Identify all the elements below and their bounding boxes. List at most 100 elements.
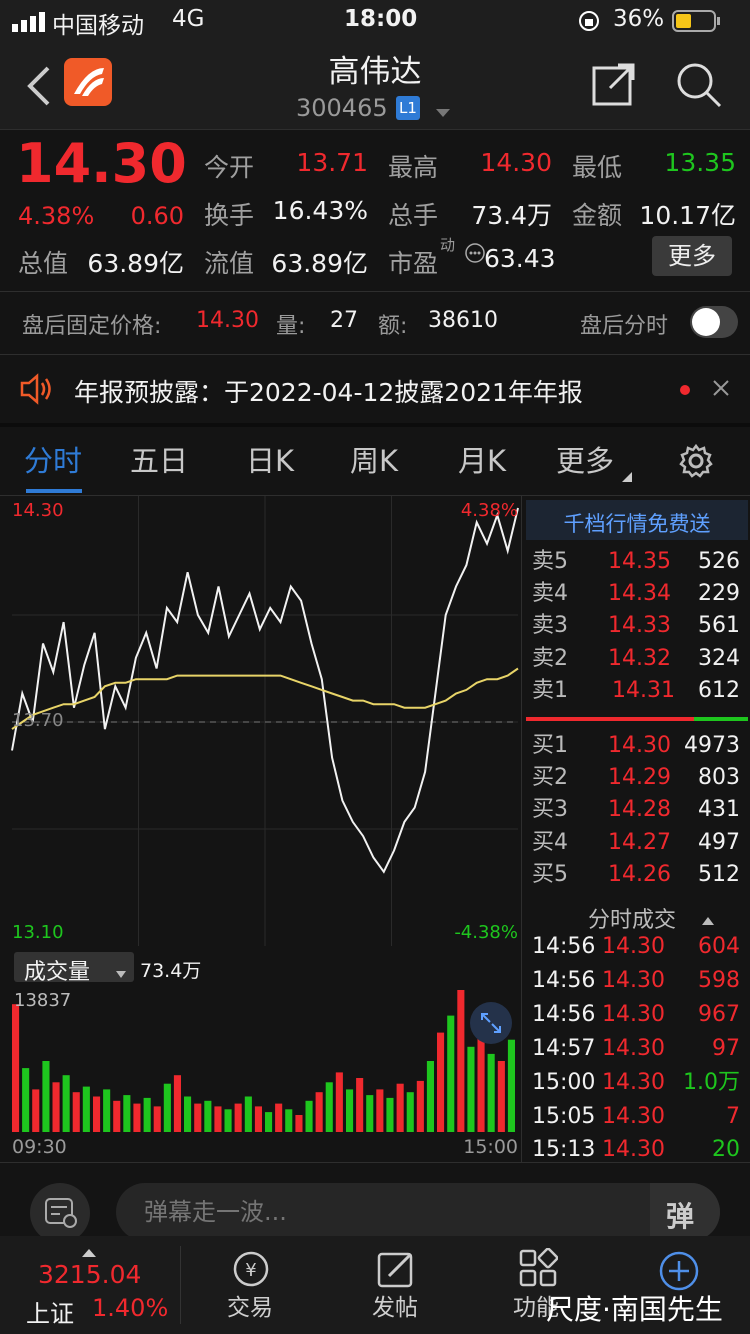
volume-bar [416,1080,424,1132]
volume-bar [82,1086,90,1132]
volume-bar [42,1061,50,1132]
ask-row-2[interactable]: 卖2 14.32 324 [522,643,750,675]
bid-row-1[interactable]: 买1 14.30 4973 [522,730,750,762]
volume-bar [386,1097,394,1132]
volume-bar [285,1109,293,1132]
tick-price: 14.30 [602,1104,665,1129]
ask-label: 卖2 [532,646,568,671]
volume-indicator-selector[interactable]: 成交量 [14,952,134,985]
signal-icon [12,12,48,38]
volume-bar [376,1089,384,1132]
ask-row-4[interactable]: 卖4 14.34 229 [522,578,750,610]
bid-row-4[interactable]: 买4 14.27 497 [522,827,750,859]
carrier: 中国移动 [52,13,144,39]
volume-bar [143,1097,151,1132]
tab-daily-k[interactable]: 日K [246,427,294,495]
comment-bar: 弹 [0,1163,750,1243]
ask-vol: 612 [698,678,740,703]
high-label: 最高 [388,153,439,182]
volume-bar [335,1072,343,1132]
depth-promo-button[interactable]: 千档行情免费送 [526,500,748,540]
chart-mid-price: 13.70 [12,710,64,731]
post-button[interactable]: 发帖 [325,1236,465,1334]
volume-value: 73.4万 [471,201,552,230]
tick-vol: 97 [712,1036,740,1061]
tab-more[interactable]: 更多 [556,427,614,495]
volume-max-label: 13837 [14,990,72,1011]
volume-bar [153,1106,161,1132]
volume-bar [305,1100,313,1132]
danmaku-toggle-button[interactable]: 弹 [650,1183,720,1241]
volume-bar [254,1106,262,1132]
bid-ask-ratio-bar [526,717,748,721]
bid-row-5[interactable]: 买5 14.26 512 [522,859,750,891]
nav-bar: 高伟达 300465 L1 [0,42,750,130]
index-quote[interactable]: 3215.04 上证 1.40% [20,1236,180,1334]
chart-top-price: 14.30 [12,500,64,521]
info-dots-icon[interactable] [464,242,486,268]
ask-row-5[interactable]: 卖5 14.35 526 [522,546,750,578]
after-hours-vol: 27 [330,308,358,333]
ticks-caret-icon [702,910,714,929]
settings-gear-icon[interactable] [678,443,714,483]
more-button[interactable]: 更多 [652,236,732,276]
tick-row: 15:00 14.30 1.0万 [522,1066,750,1100]
tab-weekly-k[interactable]: 周K [350,427,398,495]
volume-bar [356,1078,364,1132]
bid-row-3[interactable]: 买3 14.28 431 [522,794,750,826]
ask-row-3[interactable]: 卖3 14.33 561 [522,610,750,642]
status-bar: 中国移动 4G 18:00 36% [0,0,750,42]
volume-bar [103,1089,111,1132]
intraday-chart[interactable]: 14.30 4.38% 13.70 13.10 -4.38% [0,496,522,946]
volume-chart[interactable]: 13837 [0,986,522,1134]
volume-total: 73.4万 [140,960,202,982]
ask-price: 14.34 [608,581,671,606]
ask-row-1[interactable]: 卖1 14.31 612 [522,675,750,707]
volume-chart-svg[interactable] [0,986,522,1134]
time-axis: 09:30 15:00 [0,1134,522,1162]
volume-label: 总手 [388,201,439,230]
close-icon[interactable] [712,379,730,401]
tick-vol: 1.0万 [683,1070,740,1095]
ask-vol: 526 [698,549,740,574]
volume-bar [265,1112,273,1132]
volume-bar [426,1061,434,1132]
tab-five-day[interactable]: 五日 [130,427,188,495]
tab-more-caret-icon [622,467,632,486]
bid-price: 14.29 [608,765,671,790]
fullscreen-button-icon[interactable] [470,1002,512,1044]
danmaku-input[interactable] [116,1183,720,1241]
volume-header: 成交量 73.4万 [0,946,522,986]
ask-label: 卖3 [532,613,568,638]
volume-bar [315,1092,323,1132]
bid-vol: 431 [698,797,740,822]
level-badge[interactable]: L1 [396,96,420,120]
price-chart-svg[interactable] [0,496,522,946]
ask-price: 14.32 [608,646,671,671]
volume-bar [295,1115,303,1132]
watermark-text: 尺度·南国先生 [546,1293,723,1326]
volume-bar [62,1075,70,1132]
tick-row: 14:57 14.30 97 [522,1032,750,1066]
ask-label: 卖4 [532,581,568,606]
search-icon[interactable] [676,62,722,112]
tick-vol: 7 [726,1104,740,1129]
tab-intraday[interactable]: 分时 [24,427,82,495]
stock-name: 高伟达 [328,54,422,90]
share-icon[interactable] [592,62,636,110]
after-hours-toggle[interactable] [690,306,738,338]
volume-bar [163,1083,171,1132]
tick-price: 14.30 [602,1036,665,1061]
trade-button[interactable]: ¥ 交易 [180,1236,320,1334]
bid-row-2[interactable]: 买2 14.29 803 [522,762,750,794]
notice-bar[interactable]: 年报预披露：于2022-04-12披露2021年年报 [0,355,750,423]
tick-price: 14.30 [602,968,665,993]
tick-vol: 598 [698,968,740,993]
apps-grid-icon [518,1247,559,1292]
tab-monthly-k[interactable]: 月K [458,427,506,495]
dropdown-caret-icon[interactable] [436,104,450,123]
after-hours-bar: 盘后固定价格: 14.30 量: 27 额: 38610 盘后分时 [0,292,750,354]
time-start: 09:30 [12,1136,67,1158]
comment-list-button-icon[interactable] [30,1183,90,1243]
bid-label: 买3 [532,797,568,822]
